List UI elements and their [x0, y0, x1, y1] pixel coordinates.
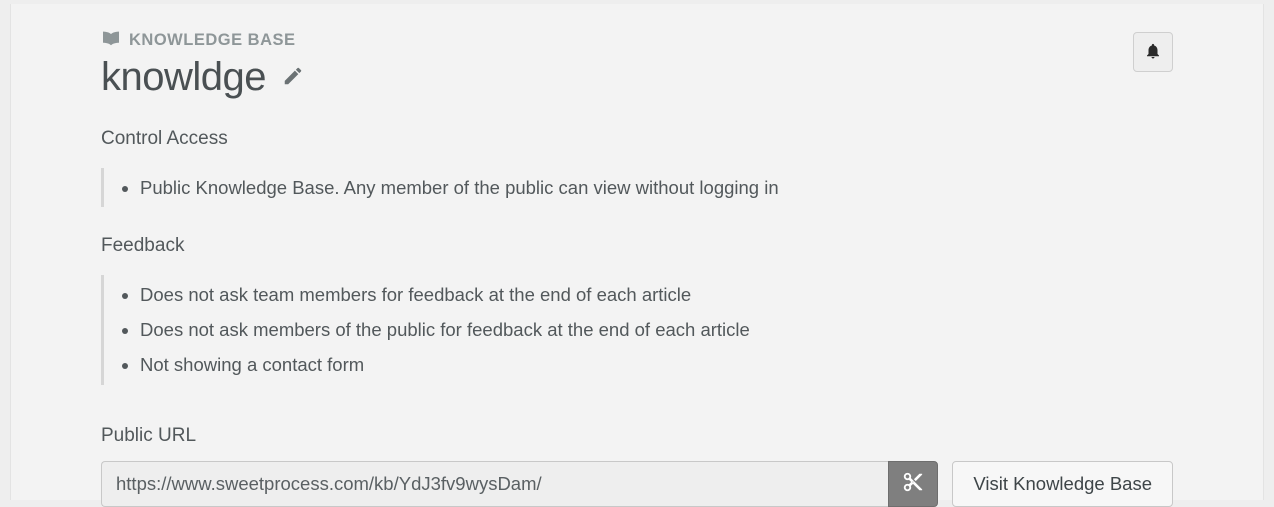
feedback-heading: Feedback	[101, 235, 1173, 257]
page-title: knowldge	[101, 55, 266, 100]
feedback-block: Does not ask team members for feedback a…	[101, 275, 1173, 384]
control-access-block: Public Knowledge Base. Any member of the…	[101, 168, 1173, 207]
scissors-icon	[902, 471, 924, 496]
control-access-heading: Control Access	[101, 128, 1173, 150]
edit-title-button[interactable]	[278, 61, 308, 94]
list-item: Public Knowledge Base. Any member of the…	[140, 170, 1173, 205]
bell-icon	[1144, 42, 1162, 63]
list-item: Does not ask team members for feedback a…	[140, 277, 1173, 312]
public-url-heading: Public URL	[101, 425, 1173, 447]
list-item: Does not ask members of the public for f…	[140, 312, 1173, 347]
notifications-button[interactable]	[1133, 32, 1173, 72]
list-item: Not showing a contact form	[140, 347, 1173, 382]
pencil-icon	[282, 65, 304, 90]
breadcrumb[interactable]: KNOWLEDGE BASE	[101, 30, 1173, 51]
book-icon	[101, 30, 121, 51]
breadcrumb-label: KNOWLEDGE BASE	[129, 31, 296, 50]
